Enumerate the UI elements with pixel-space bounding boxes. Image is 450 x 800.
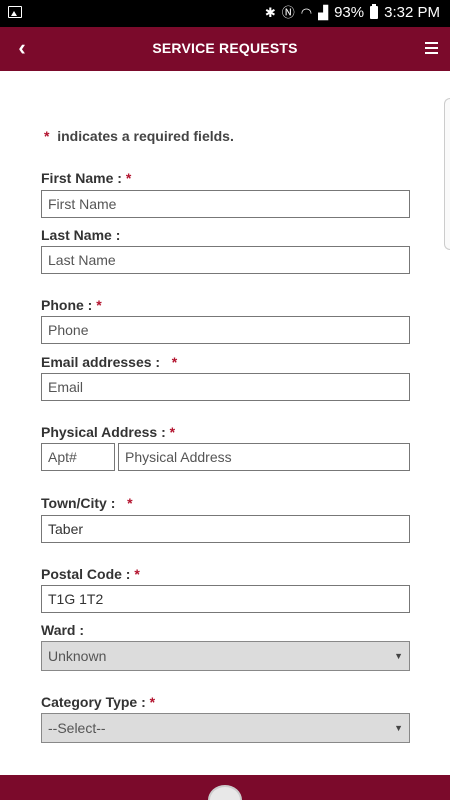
required-marker: * — [171, 354, 178, 370]
apt-input[interactable] — [41, 443, 115, 471]
category-label-text: Category Type : — [41, 694, 146, 710]
signal-icon: ▟ — [318, 5, 329, 20]
first-name-input[interactable] — [41, 190, 410, 218]
required-marker: * — [44, 128, 50, 144]
phone-label: Phone : * — [41, 297, 102, 313]
required-marker: * — [96, 297, 102, 313]
city-input[interactable] — [41, 515, 410, 543]
required-marker: * — [125, 170, 132, 186]
ward-label: Ward : — [41, 622, 84, 638]
last-name-input[interactable] — [41, 246, 410, 274]
category-label: Category Type : * — [41, 694, 155, 710]
first-name-label: First Name : * — [41, 170, 131, 186]
email-input[interactable] — [41, 373, 410, 401]
clock: 3:32 PM — [384, 4, 440, 21]
nfc-icon: Ⓝ — [281, 5, 295, 20]
scroll-handle[interactable] — [444, 98, 450, 250]
category-select[interactable]: --Select-- ▼ — [41, 713, 410, 743]
status-bar: ✱ Ⓝ ◠ ▟ 93% 3:32 PM — [0, 0, 450, 27]
phone-label-text: Phone : — [41, 297, 93, 313]
wifi-icon: ◠ — [300, 5, 313, 20]
email-label: Email addresses : * — [41, 354, 177, 370]
email-label-text: Email addresses : — [41, 354, 161, 370]
app-header: ‹ SERVICE REQUESTS — [0, 27, 450, 71]
ward-selected-value: Unknown — [48, 648, 107, 664]
address-label-text: Physical Address : — [41, 424, 166, 440]
required-marker: * — [134, 566, 140, 582]
battery-icon — [370, 4, 379, 19]
phone-input[interactable] — [41, 316, 410, 344]
required-marker: * — [127, 495, 133, 511]
ward-select[interactable]: Unknown ▼ — [41, 641, 410, 671]
first-name-label-text: First Name : — [41, 170, 122, 186]
postal-code-label-text: Postal Code : — [41, 566, 131, 582]
bluetooth-icon: ✱ — [264, 5, 276, 20]
address-label: Physical Address : * — [41, 424, 175, 440]
postal-code-label: Postal Code : * — [41, 566, 140, 582]
physical-address-input[interactable] — [118, 443, 410, 471]
ward-label-text: Ward : — [41, 622, 85, 638]
required-note-text: indicates a required fields. — [57, 128, 234, 144]
footer-bar — [0, 775, 450, 800]
battery-percent: 93% — [334, 4, 365, 21]
postal-code-input[interactable] — [41, 585, 410, 613]
required-marker: * — [169, 424, 176, 440]
town-logo — [208, 785, 242, 800]
page-title: SERVICE REQUESTS — [152, 40, 298, 56]
city-label: Town/City : * — [41, 495, 133, 511]
last-name-label-text: Last Name : — [41, 227, 121, 243]
last-name-label: Last Name : — [41, 227, 120, 243]
dropdown-arrow-icon: ▼ — [394, 651, 403, 661]
city-label-text: Town/City : — [41, 495, 116, 511]
hamburger-menu-icon[interactable] — [425, 42, 438, 54]
status-icons: ✱ Ⓝ ◠ ▟ 93% 3:32 PM — [265, 4, 440, 21]
category-selected-value: --Select-- — [48, 720, 106, 736]
image-icon — [8, 6, 22, 18]
required-note: * indicates a required fields. — [44, 128, 234, 144]
dropdown-arrow-icon: ▼ — [394, 723, 403, 733]
required-marker: * — [149, 694, 156, 710]
